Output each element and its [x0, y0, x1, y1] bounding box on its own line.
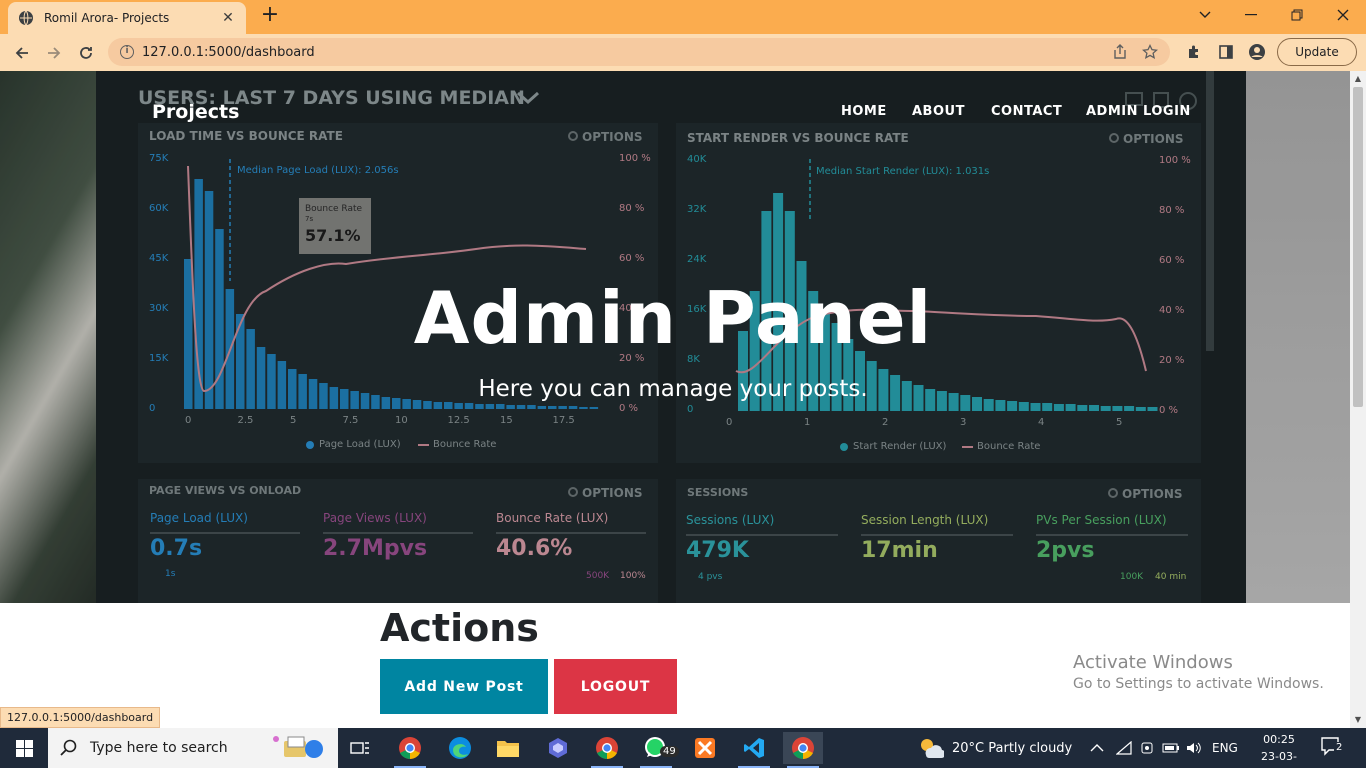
restore-icon[interactable]	[1274, 0, 1320, 30]
reload-icon[interactable]	[73, 40, 99, 66]
search-highlight-icon	[272, 736, 323, 758]
minimize-icon[interactable]	[1228, 0, 1274, 30]
activate-windows-title: Activate Windows	[1073, 652, 1233, 673]
whatsapp-icon[interactable]: 49	[636, 732, 679, 768]
extensions-puzzle-icon[interactable]	[1183, 41, 1205, 63]
nav-home[interactable]: HOME	[841, 104, 887, 119]
profile-incognito-icon[interactable]	[1246, 41, 1268, 63]
globe-icon	[19, 10, 33, 26]
vscode-icon[interactable]	[734, 732, 774, 768]
task-view-icon[interactable]	[340, 732, 380, 764]
weather-widget[interactable]: 20°C Partly cloudy	[918, 728, 1072, 768]
browser-tab[interactable]: Romil Arora- Projects ✕	[8, 2, 246, 34]
site-brand[interactable]: Projects	[152, 101, 239, 123]
scroll-down-icon[interactable]: ▼	[1350, 712, 1366, 728]
tab-title: Romil Arora- Projects	[44, 11, 170, 25]
masthead: USERS: LAST 7 DAYS USING MEDIAN LOAD TIM…	[0, 71, 1350, 603]
back-icon[interactable]	[9, 40, 35, 66]
browser-tab-bar: Romil Arora- Projects ✕ +	[0, 0, 1366, 34]
file-explorer-icon[interactable]	[488, 732, 528, 764]
edge-icon[interactable]	[440, 732, 480, 764]
tab-search-chevron-icon[interactable]	[1182, 0, 1228, 30]
update-button[interactable]: Update	[1277, 38, 1357, 66]
chrome-active-icon[interactable]	[783, 732, 823, 768]
clock-date: 23-03-2023	[1261, 750, 1297, 768]
windows-taskbar: Type here to search 49 20°C Partly cloud…	[0, 728, 1366, 768]
activate-windows-subtitle: Go to Settings to activate Windows.	[1073, 676, 1324, 692]
hero-title: Admin Panel	[413, 276, 933, 360]
address-url[interactable]: 127.0.0.1:5000/dashboard	[142, 45, 1112, 60]
close-window-icon[interactable]	[1320, 0, 1366, 30]
notification-count: 2	[1334, 742, 1345, 753]
nav-contact[interactable]: CONTACT	[991, 104, 1062, 119]
page-viewport: USERS: LAST 7 DAYS USING MEDIAN LOAD TIM…	[0, 71, 1350, 728]
site-info-icon[interactable]: i	[120, 45, 134, 59]
clock[interactable]: 00:25 23-03-2023	[1248, 731, 1310, 768]
taskbar-search-box[interactable]: Type here to search	[48, 728, 338, 768]
chrome-icon[interactable]	[390, 732, 430, 768]
nav-about[interactable]: ABOUT	[912, 104, 965, 119]
search-icon	[60, 739, 77, 756]
battery-icon[interactable]	[1162, 728, 1180, 768]
partly-cloudy-icon	[921, 739, 944, 759]
hero-subtitle: Here you can manage your posts.	[478, 376, 868, 402]
start-windows-icon[interactable]	[0, 728, 48, 768]
weather-text: 20°C Partly cloudy	[952, 740, 1073, 756]
scroll-up-icon[interactable]: ▲	[1350, 71, 1366, 87]
address-bar[interactable]: i 127.0.0.1:5000/dashboard	[108, 38, 1170, 66]
share-icon[interactable]	[1112, 44, 1128, 60]
add-new-post-button[interactable]: Add New Post	[380, 659, 548, 714]
forward-icon[interactable]	[41, 40, 67, 66]
clock-time: 00:25	[1263, 733, 1295, 746]
chrome-profile-icon[interactable]	[587, 732, 627, 768]
side-panel-icon[interactable]	[1215, 41, 1237, 63]
scroll-thumb[interactable]	[1353, 87, 1363, 407]
nav-admin-login[interactable]: ADMIN LOGIN	[1086, 104, 1191, 119]
webcam-icon[interactable]	[1140, 728, 1154, 768]
volume-icon[interactable]	[1186, 728, 1202, 768]
new-tab-icon[interactable]: +	[258, 4, 282, 28]
whatsapp-badge: 49	[660, 746, 679, 757]
actions-heading: Actions	[380, 606, 539, 650]
xampp-icon[interactable]	[685, 732, 725, 764]
language-indicator[interactable]: ENG	[1212, 728, 1238, 768]
logout-button[interactable]: LOGOUT	[554, 659, 677, 714]
app-icon-purple[interactable]	[538, 732, 578, 764]
network-icon[interactable]	[1116, 728, 1132, 768]
tray-overflow-chevron-icon[interactable]	[1090, 728, 1104, 768]
tab-close-icon[interactable]: ✕	[220, 10, 236, 26]
bookmark-star-icon[interactable]	[1142, 44, 1158, 60]
taskbar-search-placeholder: Type here to search	[90, 740, 228, 756]
notification-icon[interactable]: 2	[1320, 736, 1346, 760]
page-scrollbar[interactable]: ▲ ▼	[1350, 71, 1366, 728]
link-status-bar: 127.0.0.1:5000/dashboard	[0, 707, 161, 728]
